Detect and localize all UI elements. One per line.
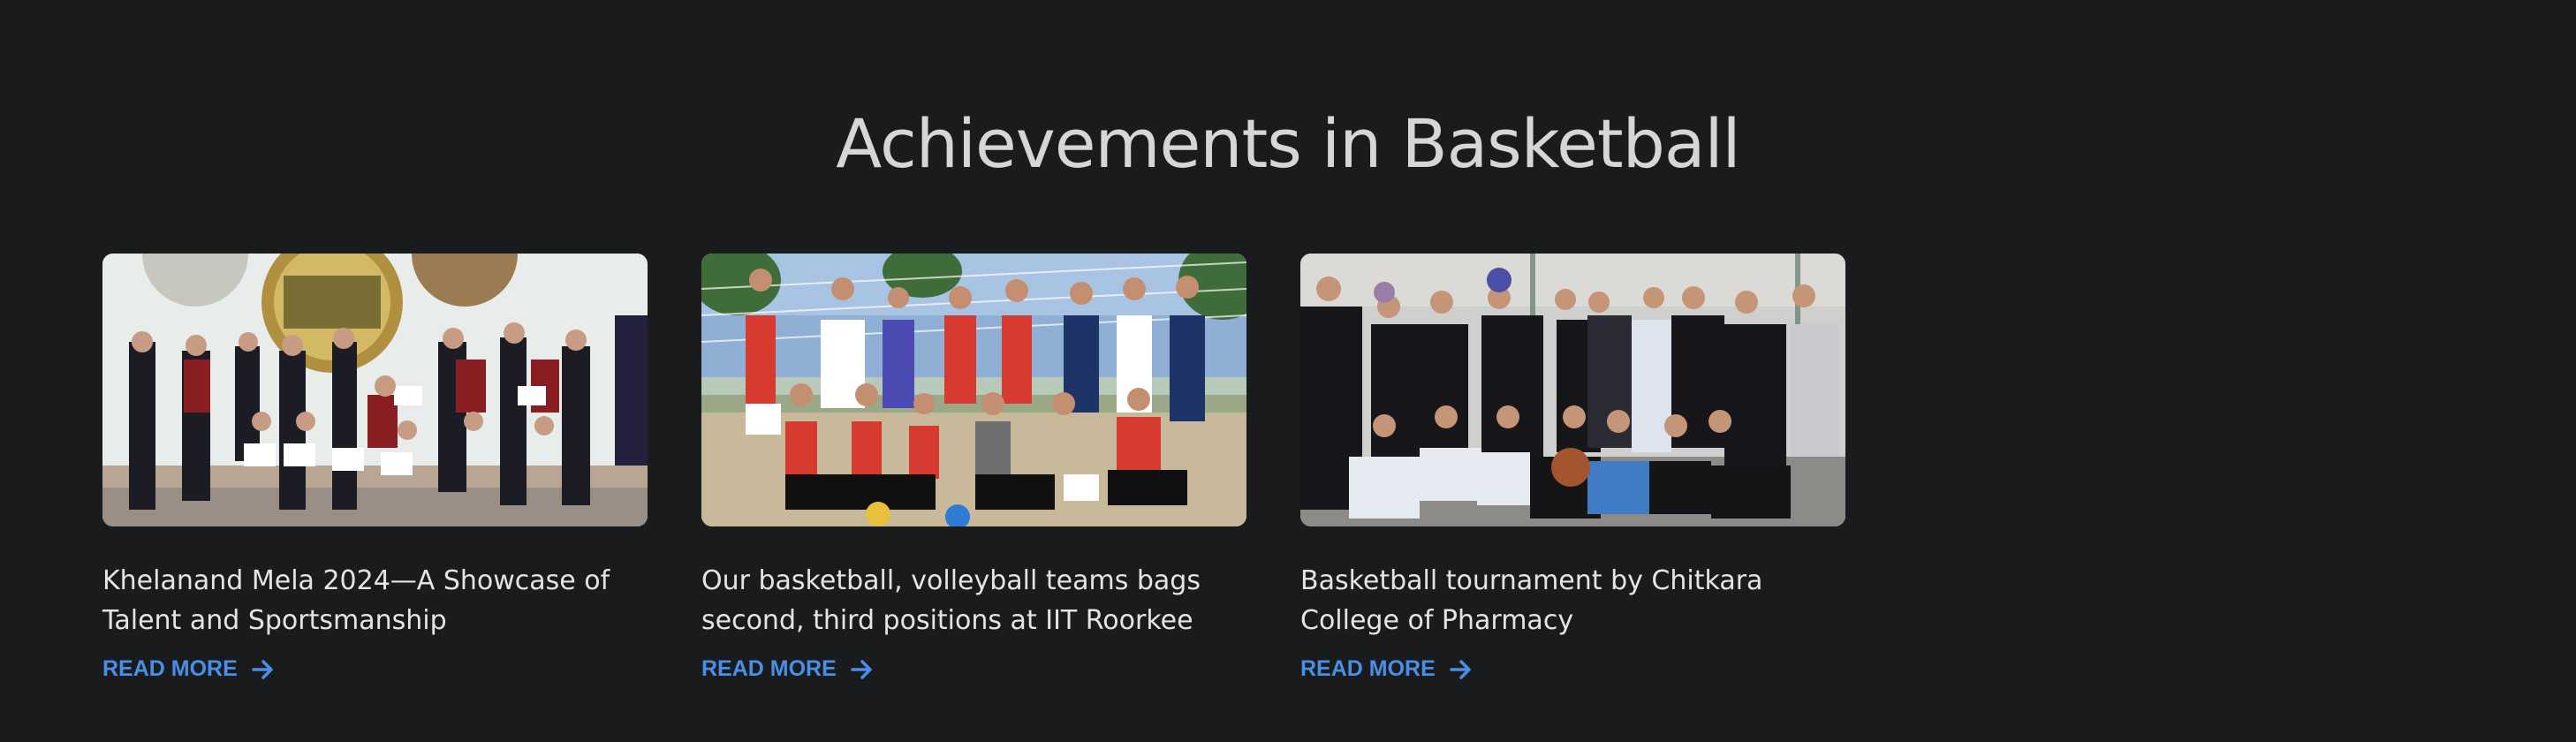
news-card: Our basketball, volleyball teams bags se…: [701, 254, 1246, 681]
card-title[interactable]: Our basketball, volleyball teams bags se…: [701, 561, 1246, 640]
read-more-link[interactable]: READ MORE: [102, 656, 275, 682]
read-more-label: READ MORE: [701, 656, 837, 681]
news-card: Khelanand Mela 2024—A Showcase of Talent…: [102, 254, 648, 681]
arrow-right-icon: [252, 659, 273, 679]
card-image[interactable]: [102, 254, 648, 526]
arrow-right-icon: [851, 659, 872, 679]
arrow-right-icon: [1450, 659, 1471, 679]
read-more-label: READ MORE: [1300, 656, 1436, 681]
card-image[interactable]: [701, 254, 1246, 526]
card-title[interactable]: Khelanand Mela 2024—A Showcase of Talent…: [102, 561, 648, 640]
card-image[interactable]: [1300, 254, 1845, 526]
news-card: Basketball tournament by Chitkara Colleg…: [1300, 254, 1845, 681]
read-more-link[interactable]: READ MORE: [701, 656, 874, 682]
achievements-section: Achievements in Basketball Khelanand Mel…: [0, 0, 2576, 742]
read-more-label: READ MORE: [102, 656, 238, 681]
card-title[interactable]: Basketball tournament by Chitkara Colleg…: [1300, 561, 1845, 640]
read-more-link[interactable]: READ MORE: [1300, 656, 1473, 682]
section-title: Achievements in Basketball: [836, 104, 1740, 183]
